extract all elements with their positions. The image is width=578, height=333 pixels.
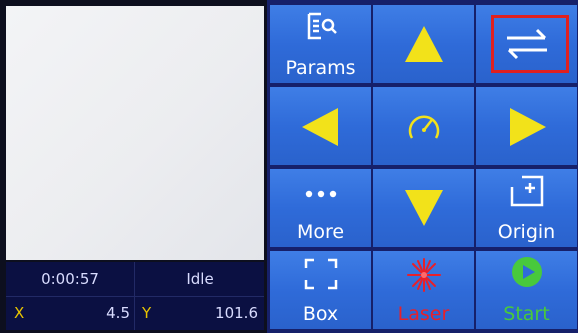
more-label: More: [296, 221, 345, 243]
frame-box-icon: [304, 258, 338, 290]
box-button[interactable]: Box: [270, 251, 371, 329]
origin-crosshair-icon: [510, 175, 544, 207]
x-coordinate-value: 4.5: [106, 304, 130, 322]
box-label: Box: [302, 303, 339, 325]
swap-button[interactable]: [476, 5, 577, 83]
y-coordinate-label: Y: [142, 304, 152, 322]
laser-button[interactable]: Laser: [373, 251, 474, 329]
start-label: Start: [503, 303, 550, 325]
params-button[interactable]: Params: [270, 5, 371, 83]
origin-button[interactable]: Origin: [476, 169, 577, 247]
elapsed-time: 0:00:57: [41, 270, 99, 288]
laser-burst-icon: [407, 258, 441, 292]
status-panel: 0:00:57 Idle X 4.5 Y 101.6: [6, 262, 264, 330]
y-coordinate-value: 101.6: [215, 304, 258, 322]
arrow-right-icon: [510, 108, 546, 146]
status-divider-vertical: [134, 262, 135, 330]
laser-label: Laser: [397, 303, 450, 325]
move-down-button[interactable]: [373, 169, 474, 247]
control-button-grid: Params More Origin Box Laser Start: [267, 0, 578, 333]
start-button[interactable]: Start: [476, 251, 577, 329]
origin-label: Origin: [497, 221, 556, 243]
machine-state: Idle: [186, 270, 214, 288]
play-icon: [512, 257, 542, 287]
params-search-icon: [307, 12, 337, 40]
arrow-down-icon: [405, 190, 443, 226]
arrow-left-icon: [302, 108, 338, 146]
speedometer-icon: [408, 115, 440, 139]
move-up-button[interactable]: [373, 5, 474, 83]
move-left-button[interactable]: [270, 87, 371, 165]
swap-arrows-icon: [507, 28, 547, 60]
params-label: Params: [285, 57, 356, 79]
job-preview-area: [6, 6, 264, 260]
more-dots-icon: [305, 190, 337, 198]
speed-button[interactable]: [373, 87, 474, 165]
move-right-button[interactable]: [476, 87, 577, 165]
arrow-up-icon: [405, 26, 443, 62]
x-coordinate-label: X: [14, 304, 25, 322]
controller-screen: 0:00:57 Idle X 4.5 Y 101.6 Params More O…: [0, 0, 578, 333]
more-button[interactable]: More: [270, 169, 371, 247]
